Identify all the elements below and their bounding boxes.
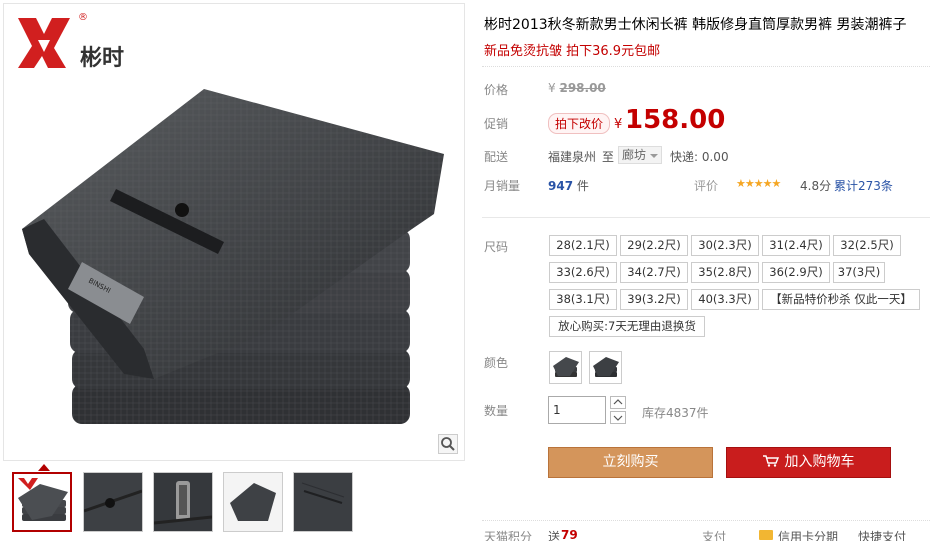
size-label: 尺码 <box>484 240 509 254</box>
thumb-pocket-button-image <box>84 473 142 531</box>
buy-now-label: 立刻购买 <box>602 454 659 470</box>
zoom-button[interactable] <box>438 434 458 454</box>
promo-tag: 拍下改价 <box>548 113 611 134</box>
promo-label: 促销 <box>484 117 509 131</box>
brand-name: 彬时 <box>80 46 125 71</box>
thumb-back-pocket-image <box>294 473 352 531</box>
chevron-down-icon <box>613 415 623 421</box>
monthly-sales: 947 件 <box>548 177 589 194</box>
credit-card-icon <box>759 530 773 540</box>
promo-price: 158.00 <box>625 105 726 135</box>
ship-from: 福建泉州 <box>548 150 597 164</box>
thumbnail-4[interactable] <box>223 472 283 532</box>
size-option[interactable]: 38(3.1尺) <box>549 289 617 310</box>
active-thumb-indicator <box>38 464 50 471</box>
shopping-cart-icon <box>762 455 779 467</box>
thumbnail-2[interactable] <box>83 472 143 532</box>
price-meta-panel: 价格 ¥ 298.00 促销 拍下改价 ¥ 158.00 配送 福建泉州 至 廊… <box>482 66 930 206</box>
size-option[interactable]: 31(2.4尺) <box>762 235 830 256</box>
original-price-value: 298.00 <box>559 81 606 95</box>
stock-count: 库存4837件 <box>642 406 709 420</box>
size-option[interactable]: 39(3.2尺) <box>620 289 688 310</box>
thumb-zipper-image <box>154 473 212 531</box>
color-swatch-2[interactable] <box>589 351 622 384</box>
shipping-fee: 快递: 0.00 <box>670 150 729 164</box>
quick-pay-option[interactable]: 快捷支付 <box>858 528 906 541</box>
installment-option[interactable]: 信用卡分期 <box>778 528 838 541</box>
star-rating-icon: ★★★★★ <box>736 177 781 190</box>
brand-mark-icon <box>18 18 70 68</box>
thumb-hem-image <box>224 473 282 531</box>
original-price-currency: ¥ <box>548 81 556 95</box>
points-value: 79 <box>561 528 578 541</box>
section-divider <box>482 217 930 218</box>
promo-currency: ¥ <box>614 117 623 132</box>
size-option[interactable]: 29(2.2尺) <box>620 235 688 256</box>
buy-now-button[interactable]: 立刻购买 <box>548 447 713 478</box>
product-subtitle: 新品免烫抗皱 拍下36.9元包邮 <box>484 44 661 59</box>
size-option[interactable]: 28(2.1尺) <box>549 235 617 256</box>
dark-grey-trousers-swatch-icon <box>553 357 579 377</box>
color-swatch-1[interactable] <box>549 351 582 384</box>
quantity-label: 数量 <box>484 404 509 418</box>
quantity-increase-button[interactable] <box>610 396 626 409</box>
add-to-cart-button[interactable]: 加入购物车 <box>726 447 891 478</box>
ship-to-label: 至 <box>602 150 615 164</box>
registered-mark: ® <box>78 12 88 23</box>
rating-score: 4.8分 <box>800 179 832 193</box>
size-option[interactable]: 37(3尺) <box>833 262 885 283</box>
size-option[interactable]: 34(2.7尺) <box>620 262 688 283</box>
add-to-cart-label: 加入购物车 <box>784 454 855 470</box>
size-option[interactable]: 30(2.3尺) <box>691 235 759 256</box>
rating-label: 评价 <box>694 179 719 193</box>
size-option[interactable]: 36(2.9尺) <box>762 262 830 283</box>
product-detail: 彬时2013秋冬新款男士休闲长裤 韩版修身直筒厚款男裤 男装潮裤子 新品免烫抗皱… <box>482 0 930 541</box>
sales-label: 月销量 <box>484 179 521 193</box>
size-option-promo[interactable]: 【新品特价秒杀 仅此一天】 <box>762 289 920 310</box>
product-gallery: BINSHI ® 彬时 <box>0 0 470 541</box>
chevron-down-icon <box>650 154 658 158</box>
original-price: ¥ 298.00 <box>548 81 606 95</box>
ship-destination-value: 廊坊 <box>622 148 647 162</box>
ship-destination-select[interactable]: 廊坊 <box>618 146 662 164</box>
product-title: 彬时2013秋冬新款男士休闲长裤 韩版修身直筒厚款男裤 男装潮裤子 <box>484 17 907 33</box>
chevron-up-icon <box>613 399 623 405</box>
thumbnail-3[interactable] <box>153 472 213 532</box>
dark-grey-trousers-swatch-icon <box>593 357 619 377</box>
points-payment-row: 天猫积分 送 79 支付 信用卡分期 快捷支付 <box>482 520 930 541</box>
color-label: 颜色 <box>484 356 509 370</box>
quantity-input[interactable]: 1 <box>548 396 606 424</box>
price-label: 价格 <box>484 83 509 97</box>
brand-logo: ® 彬时 <box>14 12 144 72</box>
size-option[interactable]: 33(2.6尺) <box>549 262 617 283</box>
thumbnail-1[interactable] <box>12 472 72 532</box>
thumbnail-5[interactable] <box>293 472 353 532</box>
points-label: 天猫积分 <box>484 530 533 541</box>
quantity-decrease-button[interactable] <box>610 411 626 424</box>
size-option[interactable]: 32(2.5尺) <box>833 235 901 256</box>
folded-trousers-image: BINSHI <box>22 89 444 424</box>
payment-label: 支付 <box>702 530 727 541</box>
sales-unit: 件 <box>576 179 589 193</box>
size-option-guarantee[interactable]: 放心购买:7天无理由退换货 <box>549 316 705 337</box>
size-option[interactable]: 40(3.3尺) <box>691 289 759 310</box>
magnifier-icon <box>441 437 455 451</box>
shipping-label: 配送 <box>484 150 509 164</box>
review-count-link[interactable]: 累计273条 <box>834 177 893 194</box>
points-prefix: 送 <box>548 530 561 541</box>
size-option[interactable]: 35(2.8尺) <box>691 262 759 283</box>
thumb-folded-stack-image <box>18 478 68 521</box>
sales-count: 947 <box>548 179 574 193</box>
